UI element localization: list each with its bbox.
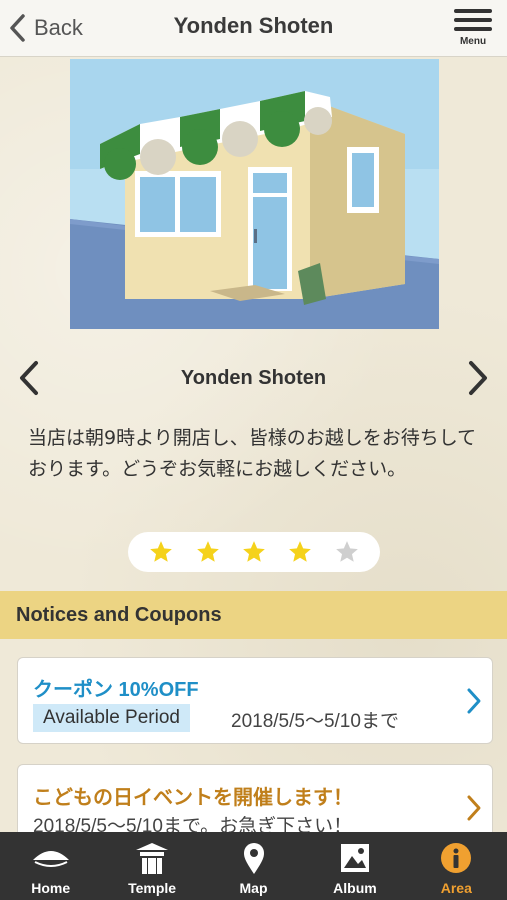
next-arrow-button[interactable] (463, 360, 493, 396)
star-icon (335, 541, 358, 562)
map-pin-icon (243, 843, 264, 874)
star-icon (289, 541, 312, 562)
menu-button[interactable]: Menu (451, 4, 495, 52)
tab-label: Area (440, 880, 472, 896)
hamburger-icon-bar (454, 27, 492, 31)
coupon-card[interactable]: クーポン 10%OFF Available Period 2018/5/5～5/… (17, 657, 493, 744)
home-icon (32, 851, 69, 867)
chevron-right-icon (467, 688, 481, 714)
coupon-period: 2018/5/5～5/10まで (231, 711, 399, 732)
star-icon (150, 541, 173, 562)
tab-home[interactable]: Home (0, 832, 101, 900)
star-icon (243, 541, 265, 562)
tab-temple[interactable]: Temple (101, 832, 202, 900)
available-period-badge: Available Period (33, 704, 190, 732)
tab-label: Map (239, 880, 268, 896)
temple-icon (136, 843, 169, 874)
hamburger-icon-bar (454, 18, 492, 22)
page-title: Yonden Shoten (173, 13, 334, 38)
menu-label: Menu (459, 36, 487, 47)
section-title: Notices and Coupons (0, 591, 507, 639)
shop-illustration (70, 59, 439, 329)
info-icon (441, 843, 472, 873)
bottom-tab-bar: Home Temple Map Album Area (0, 832, 507, 900)
chevron-right-icon (467, 795, 481, 821)
top-nav-bar: Back Yonden Shoten Menu (0, 0, 507, 57)
tab-area[interactable]: Area (406, 832, 507, 900)
shop-name: Yonden Shoten (180, 367, 327, 389)
tab-label: Home (31, 880, 71, 896)
star-icon (196, 541, 219, 562)
tab-label: Temple (128, 880, 177, 896)
album-icon (340, 844, 369, 872)
tab-map[interactable]: Map (203, 832, 304, 900)
notice-title: こどもの日イベントを開催します！ (33, 787, 353, 809)
hamburger-icon (454, 9, 492, 13)
shop-description: 当店は朝9時より開店し、皆様のお越しをお待ちしております。どうぞお気軽にお越しく… (28, 427, 477, 480)
chevron-right-icon (469, 361, 487, 395)
tab-label: Album (333, 880, 377, 896)
coupon-title: クーポン 10%OFF (33, 679, 199, 701)
tab-album[interactable]: Album (304, 832, 405, 900)
star-rating (128, 532, 380, 572)
